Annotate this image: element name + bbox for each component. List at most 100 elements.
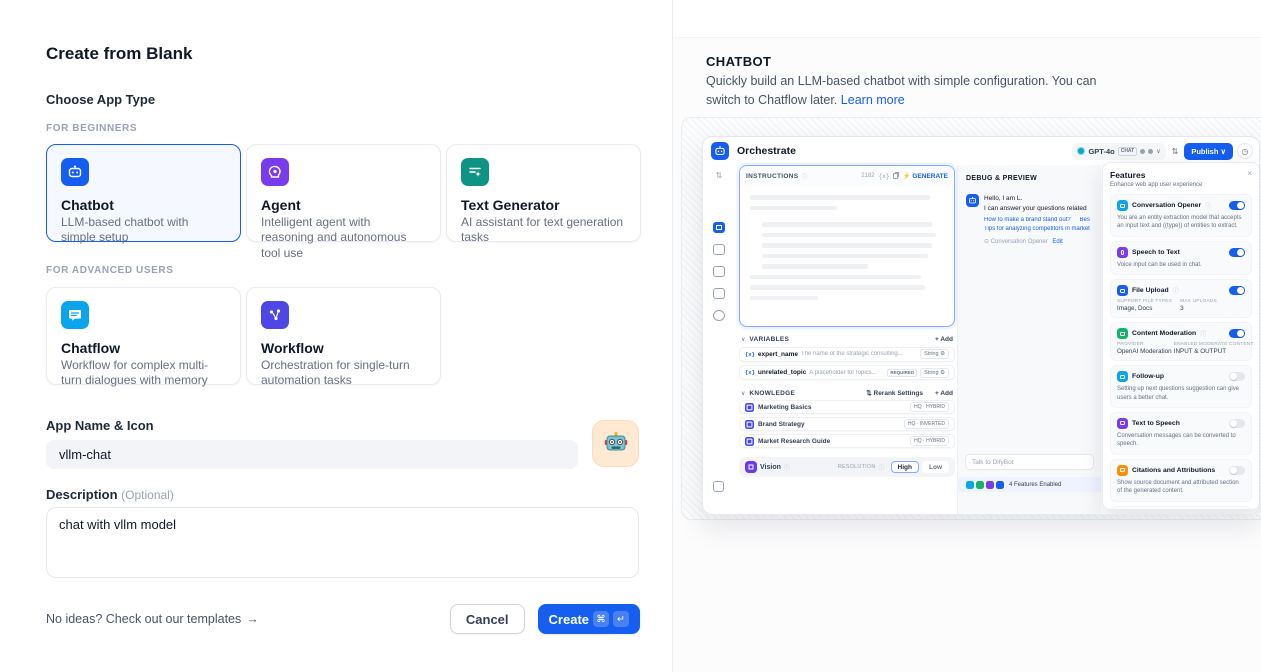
card-chatflow[interactable]: Chatflow Workflow for complex multi-turn… [46,287,241,385]
required-tag: REQUIRED [887,369,917,377]
app-name-input[interactable] [46,440,578,469]
card-desc: Workflow for complex multi-turn dialogue… [61,358,226,389]
logs-nav-icon [713,266,725,277]
card-chatbot[interactable]: Chatbot LLM-based chatbot with simple se… [46,144,241,242]
suggestion-link: How to make a brand stand out? [984,217,1071,223]
feature-toggle [1229,201,1245,210]
text-generator-icon [461,158,489,186]
feature-toggle [1229,329,1245,338]
feature-speech-to-text: Speech to Text Voice input can be used i… [1110,241,1252,275]
sidebar-icon-group [713,222,725,321]
generate-button: ⚡ GENERATE [902,172,948,180]
create-button[interactable]: Create ⌘ ↵ [538,604,640,634]
info-icon: ⓘ [1205,201,1211,210]
resolution-high-option: High [891,461,919,473]
vision-setting-row: Vision ⓘ RESOLUTION ⓘ High Low [739,457,955,477]
advanced-cards-row: Chatflow Workflow for complex multi-turn… [46,287,441,385]
preview-nav-icon [713,244,725,255]
robot-icon [603,431,629,457]
card-workflow[interactable]: Workflow Orchestration for single-turn a… [246,287,441,385]
description-textarea[interactable]: chat with vllm model [46,507,639,578]
upload-mini-icon [996,481,1004,489]
variables-header: ∨ VARIABLES + Add [739,336,955,343]
speech-mini-icon [986,481,994,489]
add-knowledge-button: + Add [935,390,953,397]
features-enabled-strip: 4 Features Enabled [958,477,1101,492]
moderation-icon [1117,328,1128,339]
resolution-label: RESOLUTION [838,464,876,470]
resolution-low-option: Low [922,461,949,473]
create-from-blank-modal: Create from Blank Choose App Type FOR BE… [0,0,672,672]
app-icon-picker-button[interactable] [592,420,639,467]
conversation-opener-label: ⊙ Conversation Opener Edit [984,238,1090,245]
feature-toggle [1229,248,1245,257]
retrieval-tag: HQ · INVERTED [904,419,949,429]
app-name-label: App Name & Icon [46,418,154,433]
workflow-icon [261,301,289,329]
feature-conversation-opener: Conversation Opener ⓘ You are an entity … [1110,194,1252,237]
card-title: Workflow [261,340,426,356]
chevron-down-icon: ∨ [741,390,745,397]
agent-icon [261,158,289,186]
bot-avatar [966,194,979,207]
knowledge-doc-row: Market Research Guide HQ · HYBRID [739,434,955,448]
debug-preview-title: DEBUG & PREVIEW [966,175,1093,182]
feature-annotation-reply: Annotation Reply [1110,506,1252,510]
document-icon [745,420,754,429]
orchestrate-title: Orchestrate [737,145,796,157]
shot-main-column: INSTRUCTIONS ⓘ 2182 {x} ⚡ GENERATE [739,165,955,477]
features-header: Features × [1110,170,1252,180]
switch-icon: ⇅ [716,171,723,180]
knowledge-section: ∨ KNOWLEDGE ⇅ Rerank Settings + Add Mark… [739,389,955,448]
bot-message: Hello, I am L. I can answer your questio… [966,194,1093,245]
char-count: 2182 [861,173,874,179]
variable-token-icon: {x} [745,369,755,376]
card-text-generator[interactable]: Text Generator AI assistant for text gen… [446,144,641,242]
suggestion-link: Bes [1079,217,1089,223]
info-icon: ⓘ [1173,286,1179,295]
preview-hatched-zone: Orchestrate GPT-4o CHAT ∨ ⇅ Publish ∨ ◷ [681,117,1261,520]
feature-toggle [1229,466,1245,475]
instructions-panel: INSTRUCTIONS ⓘ 2182 {x} ⚡ GENERATE [739,165,955,327]
modal-footer: No ideas? Check out our templates→ Cance… [46,604,640,634]
preview-heading: CHATBOT [706,54,771,69]
chat-input: Talk to DifyBot [965,454,1094,470]
templates-link[interactable]: No ideas? Check out our templates→ [46,612,259,626]
card-agent[interactable]: Agent Intelligent agent with reasoning a… [246,144,441,242]
instructions-header: INSTRUCTIONS ⓘ 2182 {x} ⚡ GENERATE [740,166,954,186]
publish-button: Publish ∨ [1184,143,1233,160]
variables-section: ∨ VARIABLES + Add {x} expert_name The na… [739,336,955,380]
model-name: GPT-4o [1088,147,1114,156]
chevron-down-icon: ∨ [1156,148,1160,155]
feature-follow-up: Follow-up Setting up next questions sugg… [1110,365,1252,408]
info-icon: ⓘ [1200,329,1206,338]
card-title: Chatflow [61,340,226,356]
knowledge-doc-row: Marketing Basics HQ · HYBRID [739,400,955,414]
feature-citations: Citations and Attributions Show source d… [1110,459,1252,502]
rerank-settings-button: ⇅ Rerank Settings [866,389,923,397]
card-desc: AI assistant for text generation tasks [461,215,626,246]
knowledge-doc-row: Brand Strategy HQ · INVERTED [739,417,955,431]
description-label: Description (Optional) [46,487,174,502]
learn-more-link[interactable]: Learn more [841,93,905,107]
feature-content-moderation: Content Moderation ⓘ PROVIDEROpenAI Mode… [1110,322,1252,361]
card-title: Agent [261,197,426,213]
chatbot-icon [61,158,89,186]
shot-topbar: Orchestrate GPT-4o CHAT ∨ ⇅ Publish ∨ ◷ [703,137,1259,165]
instructions-actions: 2182 {x} ⚡ GENERATE [861,172,948,180]
bot-avatar [711,142,729,160]
conversation-opener-icon [1117,200,1128,211]
debug-preview-column: DEBUG & PREVIEW Hello, I am L. I can ans… [957,165,1101,514]
arrow-right-icon: → [246,612,259,626]
document-icon [745,403,754,412]
cancel-button[interactable]: Cancel [450,604,525,634]
microphone-icon [1117,247,1128,258]
panel-top-strip [673,0,1261,38]
card-title: Chatbot [61,197,226,213]
add-variable-button: + Add [935,336,953,343]
card-desc: LLM-based chatbot with simple setup [61,215,226,246]
moderation-mini-icon [976,481,984,489]
chatbot-screenshot-preview: Orchestrate GPT-4o CHAT ∨ ⇅ Publish ∨ ◷ [702,136,1260,515]
shot-sidebar: ⇅ [703,165,735,514]
preview-description: Quickly build an LLM-based chatbot with … [706,72,1116,109]
